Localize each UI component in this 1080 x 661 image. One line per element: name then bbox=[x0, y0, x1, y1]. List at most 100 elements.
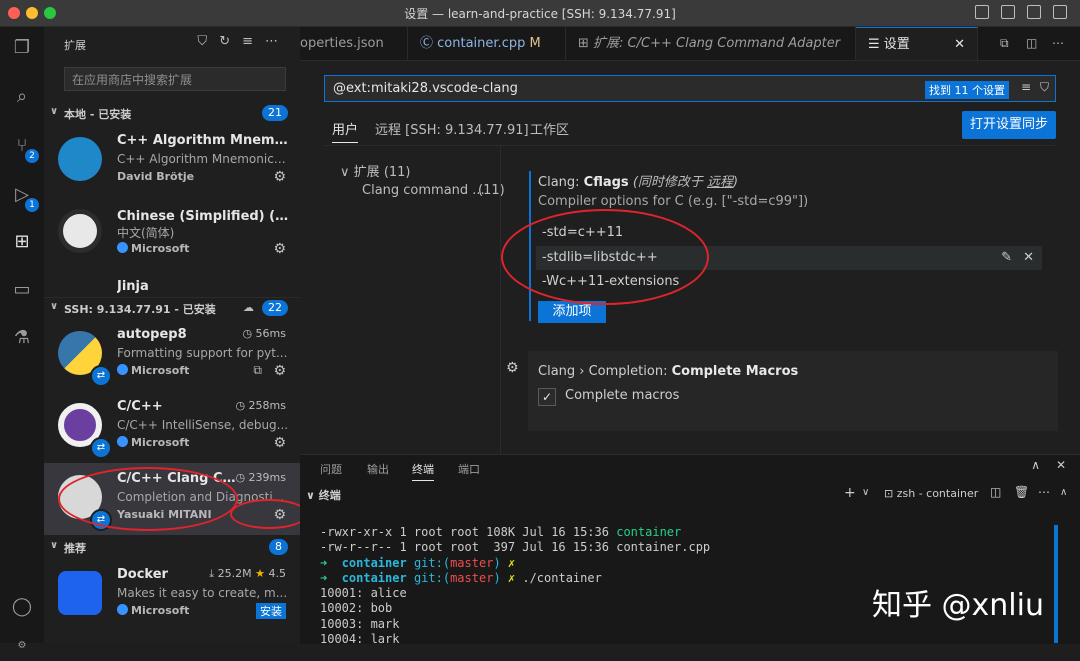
terminal-line: 10002: bob bbox=[320, 601, 393, 616]
annotation-ellipse bbox=[501, 209, 709, 305]
panel-tab-terminal[interactable]: 终端 bbox=[412, 461, 434, 481]
search-icon[interactable]: ⌕ bbox=[7, 82, 37, 112]
filter-icon[interactable]: ⛉ bbox=[1040, 80, 1049, 95]
terminal-prompt: ➜ container git:(master) ✗ bbox=[320, 555, 523, 570]
debug-badge: 1 bbox=[25, 198, 39, 212]
clear-icon[interactable]: ≡ bbox=[242, 34, 265, 49]
section-recommended[interactable]: ∨ 推荐 8 bbox=[44, 537, 300, 559]
activity-bar: ❐ ⌕ ⑂ 2 ▷ 1 ⊞ ▭ ⚗ ◯ ⚙ bbox=[0, 27, 44, 651]
remote-icon: ⇄ bbox=[90, 437, 112, 459]
remove-item-icon[interactable]: ✕ bbox=[1023, 246, 1034, 270]
refresh-icon[interactable]: ↻ bbox=[219, 34, 242, 49]
toggle-panel-icon[interactable] bbox=[1001, 5, 1015, 19]
chevron-down-icon[interactable]: ∨ bbox=[862, 487, 869, 498]
terminal-line: 10003: mark bbox=[320, 616, 400, 631]
extension-item[interactable]: C++ Algorithm Mnemonics C++ Algorithm Mn… bbox=[44, 125, 300, 197]
maximize-panel-icon[interactable]: ∧ bbox=[1031, 458, 1040, 472]
install-button[interactable]: 安装 bbox=[256, 603, 286, 619]
edit-pencil-icon[interactable]: ✎ bbox=[1001, 246, 1012, 270]
chevron-down-icon: ∨ bbox=[50, 106, 59, 117]
tab-container-cpp[interactable]: Ⓒ container.cpp M bbox=[408, 27, 566, 60]
section-local-installed[interactable]: ∨ 本地 - 已安装 21 bbox=[44, 103, 300, 125]
panel-tab-problems[interactable]: 问题 bbox=[320, 461, 342, 477]
open-json-icon[interactable]: ⧉ bbox=[1000, 27, 1009, 60]
watermark: 知乎 @xnliu bbox=[872, 588, 1044, 623]
terminal-scrollbar[interactable] bbox=[1054, 525, 1058, 643]
explorer-icon[interactable]: ❐ bbox=[7, 33, 37, 63]
setting-description: Compiler options for C (e.g. ["-std=c99"… bbox=[538, 194, 809, 209]
settings-search-input[interactable]: @ext:mitaki28.vscode-clang 找到 11 个设置 ≡ ⛉ bbox=[324, 75, 1056, 102]
account-icon[interactable]: ◯ bbox=[7, 592, 37, 622]
run-debug-icon[interactable]: ▷ 1 bbox=[7, 180, 39, 212]
more-actions-icon[interactable]: ⋯ bbox=[265, 34, 290, 49]
remote-link[interactable]: 远程 bbox=[707, 175, 733, 190]
gear-icon[interactable]: ⚙ bbox=[506, 360, 519, 376]
gear-icon[interactable]: ⚙ bbox=[273, 363, 286, 379]
close-icon[interactable]: ✕ bbox=[954, 28, 965, 60]
panel-tab-output[interactable]: 输出 bbox=[367, 461, 389, 477]
close-panel-icon[interactable]: ✕ bbox=[1056, 458, 1066, 472]
panel-tab-ports[interactable]: 端口 bbox=[458, 461, 480, 477]
clear-filter-icon[interactable]: ≡ bbox=[1021, 80, 1031, 94]
verified-icon bbox=[117, 604, 128, 615]
split-editor-icon[interactable]: ◫ bbox=[1026, 27, 1037, 60]
split-terminal-icon[interactable]: ◫ bbox=[990, 485, 1001, 499]
toc-item-clang[interactable]: Clang command ... (11) bbox=[362, 183, 505, 198]
count-badge: 8 bbox=[269, 539, 288, 555]
extensions-icon[interactable]: ⊞ bbox=[7, 227, 37, 257]
settings-sync-button[interactable]: 打开设置同步 bbox=[961, 111, 1056, 139]
checkbox-checked[interactable]: ✓ bbox=[538, 388, 556, 406]
gear-icon[interactable]: ⚙ bbox=[273, 241, 286, 257]
scope-tab-user[interactable]: 用户 bbox=[332, 119, 359, 143]
chevron-up-icon[interactable]: ∧ bbox=[1060, 487, 1067, 498]
verified-icon bbox=[117, 364, 128, 375]
split-icon[interactable]: ⧉ bbox=[253, 363, 262, 378]
count-badge: 21 bbox=[262, 105, 288, 121]
extensions-search-input[interactable]: 在应用商店中搜索扩展 bbox=[64, 67, 286, 91]
testing-icon[interactable]: ⚗ bbox=[7, 323, 37, 353]
scope-tab-workspace[interactable]: 工作区 bbox=[530, 119, 569, 138]
source-control-icon[interactable]: ⑂ 2 bbox=[7, 131, 39, 163]
terminal-line: -rwxr-xr-x 1 root root 108K Jul 16 15:36… bbox=[320, 525, 682, 539]
scope-tab-remote[interactable]: 远程 [SSH: 9.134.77.91] bbox=[375, 119, 529, 138]
title-bar: 设置 — learn-and-practice [SSH: 9.134.77.9… bbox=[0, 0, 1080, 27]
gear-icon[interactable]: ⚙ bbox=[273, 435, 286, 451]
extension-item[interactable]: Chinese (Simplified) (简... 中文(简体) Micros… bbox=[44, 197, 300, 269]
extension-item[interactable]: Docker ⤓ 25.2M ★ 4.5 Makes it easy to cr… bbox=[44, 559, 300, 631]
tab-settings[interactable]: ☰ 设置 ✕ bbox=[856, 27, 978, 60]
sidebar-title: 扩展 bbox=[64, 39, 86, 52]
editor-tabs: operties.json Ⓒ container.cpp M ⊞ 扩展: C/… bbox=[300, 27, 1080, 61]
terminal-output[interactable]: -rwxr-xr-x 1 root root 108K Jul 16 15:36… bbox=[320, 525, 710, 647]
tab-extension-detail[interactable]: ⊞ 扩展: C/C++ Clang Command Adapter bbox=[566, 27, 856, 60]
cpp-file-icon: Ⓒ bbox=[420, 36, 434, 51]
more-actions-icon[interactable]: ⋯ bbox=[1052, 27, 1064, 60]
cloud-download-icon[interactable]: ☁ bbox=[243, 301, 254, 314]
more-actions-icon[interactable]: ⋯ bbox=[1038, 485, 1050, 499]
remote-explorer-icon[interactable]: ▭ bbox=[7, 275, 37, 305]
toc-item-extensions[interactable]: ∨ 扩展 (11) bbox=[340, 161, 411, 180]
customize-layout-icon[interactable] bbox=[1053, 5, 1067, 19]
terminal-line: 10004: lark bbox=[320, 632, 400, 647]
globe-icon bbox=[58, 209, 102, 253]
divider bbox=[500, 145, 501, 454]
terminal-line: -rw-r--r-- 1 root root 397 Jul 16 15:36 … bbox=[320, 540, 711, 555]
new-terminal-icon[interactable]: + bbox=[844, 485, 856, 501]
extension-item[interactable]: ⇄ autopep8 ◷ 56ms Formatting support for… bbox=[44, 319, 300, 391]
extension-item[interactable]: ⇄ C/C++ ◷ 258ms C/C++ IntelliSense, debu… bbox=[44, 391, 300, 463]
sidebar-toolbar: ⛉↻≡⋯ bbox=[197, 34, 290, 49]
gear-icon[interactable]: ⚙ bbox=[273, 169, 286, 185]
settings-list-icon: ☰ bbox=[868, 37, 880, 52]
settings-gear-icon[interactable]: ⚙ bbox=[7, 631, 37, 661]
toggle-secondary-sidebar-icon[interactable] bbox=[1027, 5, 1041, 19]
toggle-sidebar-icon[interactable] bbox=[975, 5, 989, 19]
annotation-ellipse bbox=[58, 467, 238, 531]
tab-properties-json[interactable]: operties.json bbox=[300, 27, 408, 60]
trash-icon[interactable]: 🗑 bbox=[1014, 485, 1029, 499]
filter-icon[interactable]: ⛉ bbox=[197, 34, 219, 49]
extension-item-selected[interactable]: ⇄ C/C++ Clang Co... ◷ 239ms Completion a… bbox=[44, 463, 308, 535]
settings-editor: @ext:mitaki28.vscode-clang 找到 11 个设置 ≡ ⛉… bbox=[300, 61, 1080, 454]
docker-icon bbox=[58, 571, 102, 615]
extension-item[interactable]: Jinja bbox=[44, 269, 300, 299]
section-ssh-installed[interactable]: ∨ SSH: 9.134.77.91 - 已安装 ☁ 22 bbox=[44, 297, 300, 320]
terminal-prompt: ➜ container git:(master) ✗ ./container bbox=[320, 570, 602, 585]
